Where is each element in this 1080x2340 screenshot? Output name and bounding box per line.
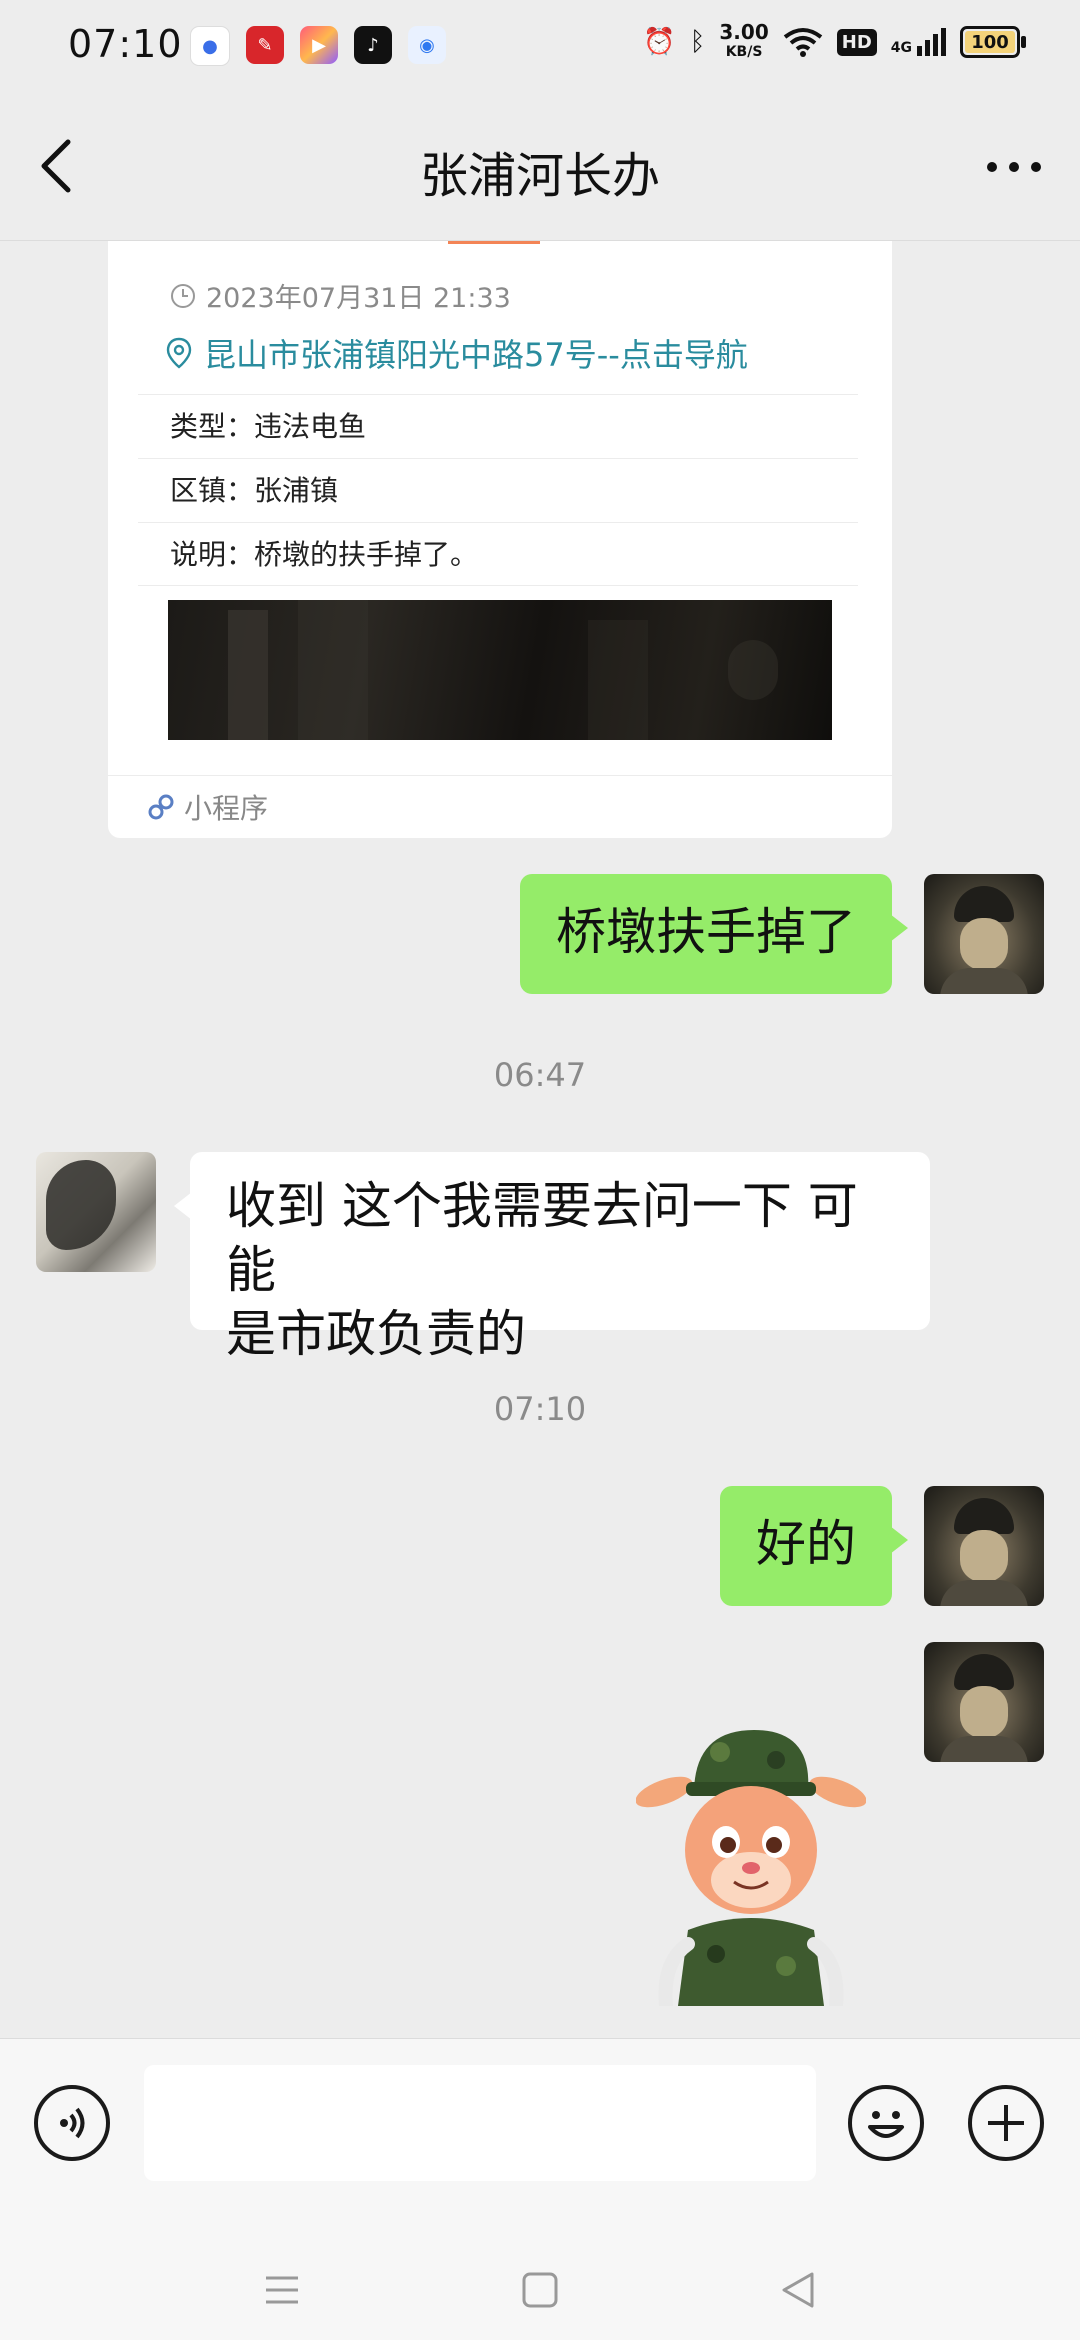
card-photo[interactable] [168,600,832,740]
status-bar: 07:10 ● ✎ ▶ ♪ ◉ ⏰ ᛒ 3.00 KB/S HD 4G 100 [0,0,1080,96]
message-input-bar [0,2038,1080,2239]
xuexi-icon: ✎ [246,26,284,64]
my-avatar[interactable] [924,1642,1044,1762]
home-icon[interactable] [510,2260,570,2320]
chat-messages: 2023年07月31日 21:33 昆山市张浦镇阳光中路57号--点击导航 类型… [0,240,1080,2040]
card-row-type: 类型：违法电鱼 [138,394,858,458]
network-speed-unit: KB/S [725,44,763,60]
card-footer-label: 小程序 [184,792,269,825]
emoji-button[interactable] [848,2085,924,2161]
back-triangle-icon[interactable] [768,2260,828,2320]
mini-program-card[interactable]: 2023年07月31日 21:33 昆山市张浦镇阳光中路57号--点击导航 类型… [108,240,892,838]
browser-icon: ◉ [408,26,446,64]
system-navigation-bar [0,2238,1080,2340]
location-pin-icon [166,337,192,369]
plus-icon [988,2105,1024,2141]
hd-badge: HD [836,28,877,56]
wifi-icon [783,28,822,57]
message-text-line: 收到 这个我需要去问一下 可能 [226,1177,858,1299]
video-icon: ▶ [300,26,338,64]
card-row-value: 违法电鱼 [254,410,367,443]
cellular-signal-icon: 4G [891,28,946,56]
card-row-label: 区镇： [170,474,255,507]
tiktok-icon: ♪ [354,26,392,64]
card-row-description: 说明：桥墩的扶手掉了。 [138,522,858,586]
contact-avatar[interactable] [36,1152,156,1272]
voice-icon [60,2107,85,2139]
chat-title: 张浦河长办 [419,148,660,204]
voice-input-button[interactable] [34,2085,110,2161]
message-text: 好的 [756,1515,856,1573]
alarm-icon: ⏰ [643,27,676,57]
my-avatar[interactable] [924,874,1044,994]
message-text-input[interactable] [144,2065,816,2181]
cartoon-deer-soldier-sticker[interactable] [636,1730,866,2006]
battery-level: 100 [971,31,1009,53]
my-avatar[interactable] [924,1486,1044,1606]
timestamp-divider: 07:10 [493,1390,587,1428]
card-location-text: 昆山市张浦镇阳光中路57号--点击导航 [204,336,748,374]
message-bubble-sent[interactable]: 桥墩扶手掉了 [520,874,908,994]
message-text-line: 是市政负责的 [226,1305,526,1363]
card-row-value: 桥墩的扶手掉了。 [254,538,479,571]
card-row-value: 张浦镇 [254,474,339,507]
clock-icon [171,283,195,308]
card-row-label: 类型： [170,410,255,443]
network-type: 4G [890,40,912,56]
add-attachment-button[interactable] [968,2085,1044,2161]
card-row-label: 说明： [170,538,255,571]
message-text: 桥墩扶手掉了 [556,903,856,961]
more-options-icon[interactable] [984,152,1044,182]
status-time: 07:10 [68,22,183,66]
network-speed-value: 3.00 [719,20,769,44]
baidu-icon: ● [190,26,230,66]
message-bubble-received[interactable]: 收到 这个我需要去问一下 可能 是市政负责的 [174,1152,930,1363]
battery-icon: 100 [960,26,1026,58]
card-location-link[interactable]: 昆山市张浦镇阳光中路57号--点击导航 [166,330,748,376]
card-time: 2023年07月31日 21:33 [170,276,511,315]
timestamp-divider: 06:47 [493,1056,587,1094]
emoji-icon [868,2111,904,2138]
status-indicators: ⏰ ᛒ 3.00 KB/S HD 4G 100 [643,22,1026,62]
bluetooth-icon: ᛒ [689,27,706,57]
card-row-district: 区镇：张浦镇 [138,458,858,522]
mini-program-icon [148,794,174,820]
card-footer: 小程序 [108,775,892,838]
message-bubble-sent[interactable]: 好的 [720,1486,908,1606]
network-speed: 3.00 KB/S [719,22,768,62]
menu-icon[interactable] [252,2260,312,2320]
notification-app-icons: ● ✎ ▶ ♪ ◉ [190,26,446,66]
chat-header: 张浦河长办 [0,96,1080,241]
card-time-text: 2023年07月31日 21:33 [206,283,511,314]
